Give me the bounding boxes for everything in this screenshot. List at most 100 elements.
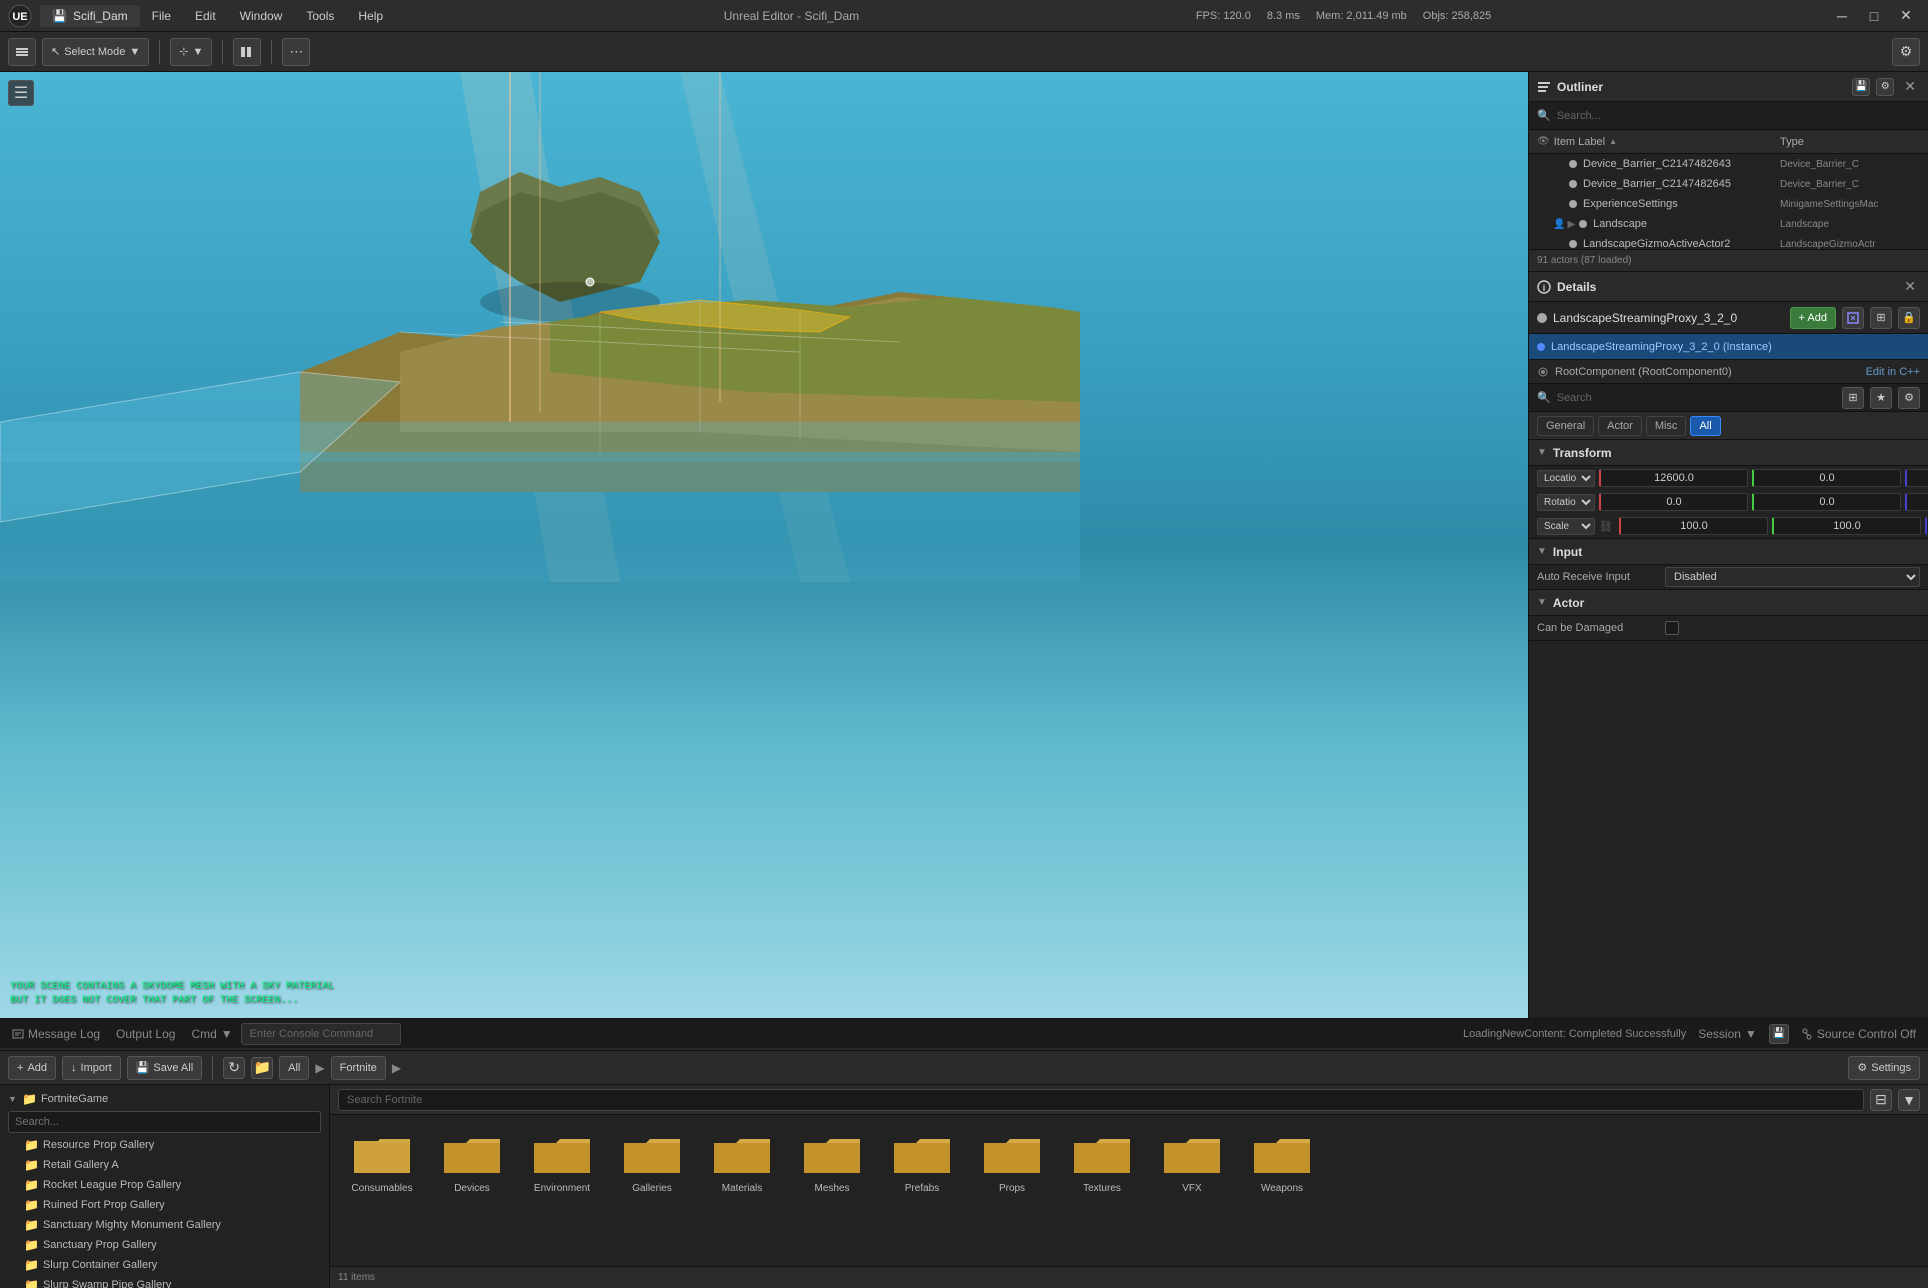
table-row[interactable]: 👤 ▶ Landscape Landscape	[1529, 214, 1928, 234]
viewport[interactable]: ☰ YOUR SCENE CONTAINS A SKYDOME MESH WIT…	[0, 72, 1528, 1018]
table-row[interactable]: Device_Barrier_C2147482643 Device_Barrie…	[1529, 154, 1928, 174]
scale-dropdown[interactable]: Scale	[1537, 518, 1595, 535]
filter-tab-general[interactable]: General	[1537, 416, 1594, 436]
list-item[interactable]: 📁 Resource Prop Gallery	[0, 1135, 329, 1155]
location-x-input[interactable]	[1599, 469, 1748, 487]
location-dropdown[interactable]: Location	[1537, 470, 1595, 487]
outliner-close-button[interactable]: ✕	[1900, 78, 1920, 95]
close-button[interactable]: ✕	[1892, 5, 1920, 27]
blueprint-icon-button[interactable]	[1842, 307, 1864, 329]
list-item[interactable]: Props	[972, 1127, 1052, 1195]
rotation-y-input[interactable]	[1752, 493, 1901, 511]
save-all-button[interactable]: 💾 Save All	[127, 1056, 202, 1080]
toolbar-more-button[interactable]: ⋯	[282, 38, 310, 66]
add-component-button[interactable]: + Add	[1790, 307, 1836, 329]
table-row[interactable]: Device_Barrier_C2147482645 Device_Barrie…	[1529, 174, 1928, 194]
play-button[interactable]	[233, 38, 261, 66]
content-search-input[interactable]	[338, 1089, 1864, 1111]
project-tab[interactable]: 💾 Scifi_Dam	[40, 5, 140, 27]
details-star-button[interactable]: ★	[1870, 387, 1892, 409]
menu-file[interactable]: File	[148, 7, 175, 25]
rotation-z-input[interactable]	[1905, 493, 1928, 511]
lock-icon-button[interactable]: 🔒	[1898, 307, 1920, 329]
outliner-search-input[interactable]	[1557, 110, 1920, 122]
folder-icon: 📁	[24, 1178, 39, 1192]
content-filter-button[interactable]: ⊟	[1870, 1089, 1892, 1111]
transform-button[interactable]: ⊹ ▼	[170, 38, 212, 66]
grid-icon-button[interactable]: ⊞	[1870, 307, 1892, 329]
list-item[interactable]: 📁 Retail Gallery A	[0, 1155, 329, 1175]
message-log-button[interactable]: Message Log	[8, 1025, 104, 1043]
details-more-settings-button[interactable]: ⚙	[1898, 387, 1920, 409]
cb-sync-button[interactable]: ↻	[223, 1057, 245, 1079]
list-item[interactable]: Materials	[702, 1127, 782, 1195]
minimize-button[interactable]: ─	[1828, 5, 1856, 27]
menu-window[interactable]: Window	[236, 7, 287, 25]
outliner-settings-icon[interactable]: ⚙	[1876, 78, 1894, 96]
save-icon-button[interactable]: 💾	[1769, 1024, 1789, 1044]
menu-edit[interactable]: Edit	[191, 7, 220, 25]
rotation-x-input[interactable]	[1599, 493, 1748, 511]
toolbar-home-button[interactable]	[8, 38, 36, 66]
list-item[interactable]: 📁 Slurp Container Gallery	[0, 1255, 329, 1275]
list-item[interactable]: Textures	[1062, 1127, 1142, 1195]
maximize-button[interactable]: □	[1860, 5, 1888, 27]
list-item[interactable]: Meshes	[792, 1127, 872, 1195]
list-item[interactable]: 📁 Sanctuary Prop Gallery	[0, 1235, 329, 1255]
location-z-input[interactable]	[1905, 469, 1928, 487]
output-log-button[interactable]: Output Log	[112, 1025, 179, 1043]
menu-help[interactable]: Help	[354, 7, 387, 25]
list-item[interactable]: Prefabs	[882, 1127, 962, 1195]
list-item[interactable]: Weapons	[1242, 1127, 1322, 1195]
input-section-content: Auto Receive Input Disabled Player 0 Pla…	[1529, 565, 1928, 590]
list-item[interactable]: Devices	[432, 1127, 512, 1195]
tree-root[interactable]: ▼ 📁 FortniteGame	[0, 1089, 329, 1109]
list-item[interactable]: 📁 Ruined Fort Prop Gallery	[0, 1195, 329, 1215]
all-button[interactable]: All	[279, 1056, 309, 1080]
transform-section-header[interactable]: ▼ Transform	[1529, 440, 1928, 466]
list-item[interactable]: 📁 Sanctuary Mighty Monument Gallery	[0, 1215, 329, 1235]
import-button[interactable]: ↓ Import	[62, 1056, 121, 1080]
auto-receive-dropdown[interactable]: Disabled Player 0 Player 1	[1665, 567, 1920, 587]
console-input[interactable]	[241, 1023, 401, 1045]
session-button[interactable]: Session ▼	[1694, 1025, 1761, 1043]
tree-search-input[interactable]	[8, 1111, 321, 1133]
table-row[interactable]: LandscapeGizmoActiveActor2 LandscapeGizm…	[1529, 234, 1928, 249]
details-search-input[interactable]	[1557, 392, 1836, 404]
list-item[interactable]: VFX	[1152, 1127, 1232, 1195]
details-grid-view-button[interactable]: ⊞	[1842, 387, 1864, 409]
rotation-dropdown[interactable]: Rotation	[1537, 494, 1595, 511]
list-item[interactable]: 📁 Slurp Swamp Pipe Gallery	[0, 1275, 329, 1288]
list-item[interactable]: 📁 Rocket League Prop Gallery	[0, 1175, 329, 1195]
cmd-button[interactable]: Cmd ▼	[187, 1025, 236, 1043]
viewport-menu-button[interactable]: ☰	[8, 80, 34, 106]
filter-tab-actor[interactable]: Actor	[1598, 416, 1642, 436]
actor-section-header[interactable]: ▼ Actor	[1529, 590, 1928, 616]
menu-tools[interactable]: Tools	[302, 7, 338, 25]
list-item[interactable]: Galleries	[612, 1127, 692, 1195]
list-item[interactable]: Consumables	[342, 1127, 422, 1195]
details-close-button[interactable]: ✕	[1900, 278, 1920, 295]
add-button[interactable]: + Add	[8, 1056, 56, 1080]
location-y-input[interactable]	[1752, 469, 1901, 487]
status-bar: Message Log Output Log Cmd ▼ LoadingNewC…	[0, 1018, 1928, 1048]
list-item[interactable]: Environment	[522, 1127, 602, 1195]
input-section-header[interactable]: ▼ Input	[1529, 539, 1928, 565]
scale-y-input[interactable]	[1772, 517, 1921, 535]
outliner-save-icon[interactable]: 💾	[1852, 78, 1870, 96]
can-be-damaged-checkbox[interactable]	[1665, 621, 1679, 635]
filter-tab-all[interactable]: All	[1690, 416, 1720, 436]
can-be-damaged-label: Can be Damaged	[1537, 622, 1657, 634]
settings-button[interactable]: ⚙ Settings	[1848, 1056, 1920, 1080]
details-instance-row[interactable]: LandscapeStreamingProxy_3_2_0 (Instance)	[1529, 334, 1928, 360]
select-mode-button[interactable]: ↖ Select Mode ▼	[42, 38, 149, 66]
edit-cpp-button[interactable]: Edit in C++	[1866, 366, 1920, 378]
scale-x-input[interactable]	[1619, 517, 1768, 535]
source-control-button[interactable]: Source Control Off	[1797, 1025, 1920, 1043]
filter-tab-misc[interactable]: Misc	[1646, 416, 1687, 436]
cb-folder-button[interactable]: 📁	[251, 1057, 273, 1079]
fortnite-breadcrumb[interactable]: Fortnite	[331, 1056, 386, 1080]
content-sort-button[interactable]: ▼	[1898, 1089, 1920, 1111]
table-row[interactable]: ExperienceSettings MinigameSettingsMac	[1529, 194, 1928, 214]
toolbar-settings-button[interactable]: ⚙	[1892, 38, 1920, 66]
